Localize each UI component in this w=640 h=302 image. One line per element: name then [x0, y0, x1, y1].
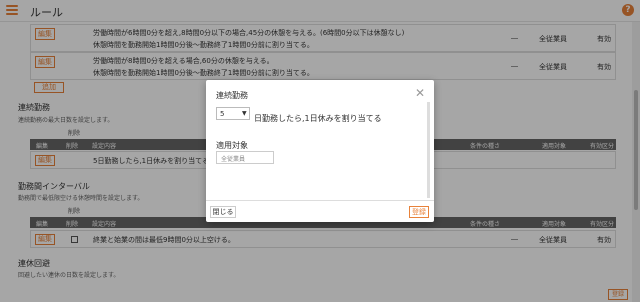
close-button[interactable]: 閉じる — [210, 206, 236, 218]
dialog-title: 連続勤務 — [216, 91, 248, 100]
dialog-scrollbar[interactable] — [427, 102, 430, 198]
days-description: 日勤務したら,1日休みを割り当てる — [254, 114, 382, 123]
chevron-down-icon: ▼ — [242, 110, 247, 117]
register-button[interactable]: 登録 — [409, 206, 429, 218]
consecutive-work-dialog: 連続勤務 ✕ 5 ▼ 日勤務したら,1日休みを割り当てる 適用対象 全従業員 閉… — [206, 80, 434, 222]
close-icon[interactable]: ✕ — [414, 87, 426, 99]
dialog-footer: 閉じる 登録 — [206, 200, 434, 222]
target-field[interactable]: 全従業員 — [216, 151, 274, 164]
days-select-value: 5 — [220, 110, 225, 118]
days-select[interactable]: 5 ▼ — [216, 107, 250, 120]
target-field-value: 全従業員 — [221, 156, 246, 163]
target-label: 適用対象 — [216, 141, 248, 150]
